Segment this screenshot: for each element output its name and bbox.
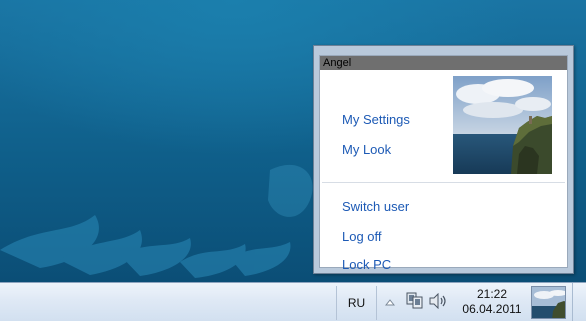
user-menu-popup: Angel My Settings My Look Switch user Lo… [313,45,574,274]
clock-date: 06.04.2011 [462,302,522,316]
language-indicator[interactable]: RU [336,286,377,320]
menu-separator [322,182,565,183]
user-menu-panel: Angel My Settings My Look Switch user Lo… [319,55,568,272]
user-thumbnail-icon[interactable] [531,286,566,319]
my-look-link[interactable]: My Look [342,142,391,158]
taskbar: RU 21:22 06.04.2011 [0,282,586,321]
network-icon[interactable] [406,292,424,310]
show-hidden-icons-arrow-icon[interactable] [385,298,395,306]
user-name-title: Angel [320,56,567,70]
clock-time: 21:22 [476,287,508,301]
volume-icon[interactable] [428,293,448,309]
lock-pc-link[interactable]: Lock PC [342,257,391,273]
switch-user-link[interactable]: Switch user [342,199,409,215]
my-settings-link[interactable]: My Settings [342,112,410,128]
show-desktop-button[interactable] [572,283,586,321]
log-off-link[interactable]: Log off [342,229,382,245]
taskbar-clock[interactable]: 21:22 06.04.2011 [458,287,526,317]
user-photo-icon[interactable] [453,76,552,174]
